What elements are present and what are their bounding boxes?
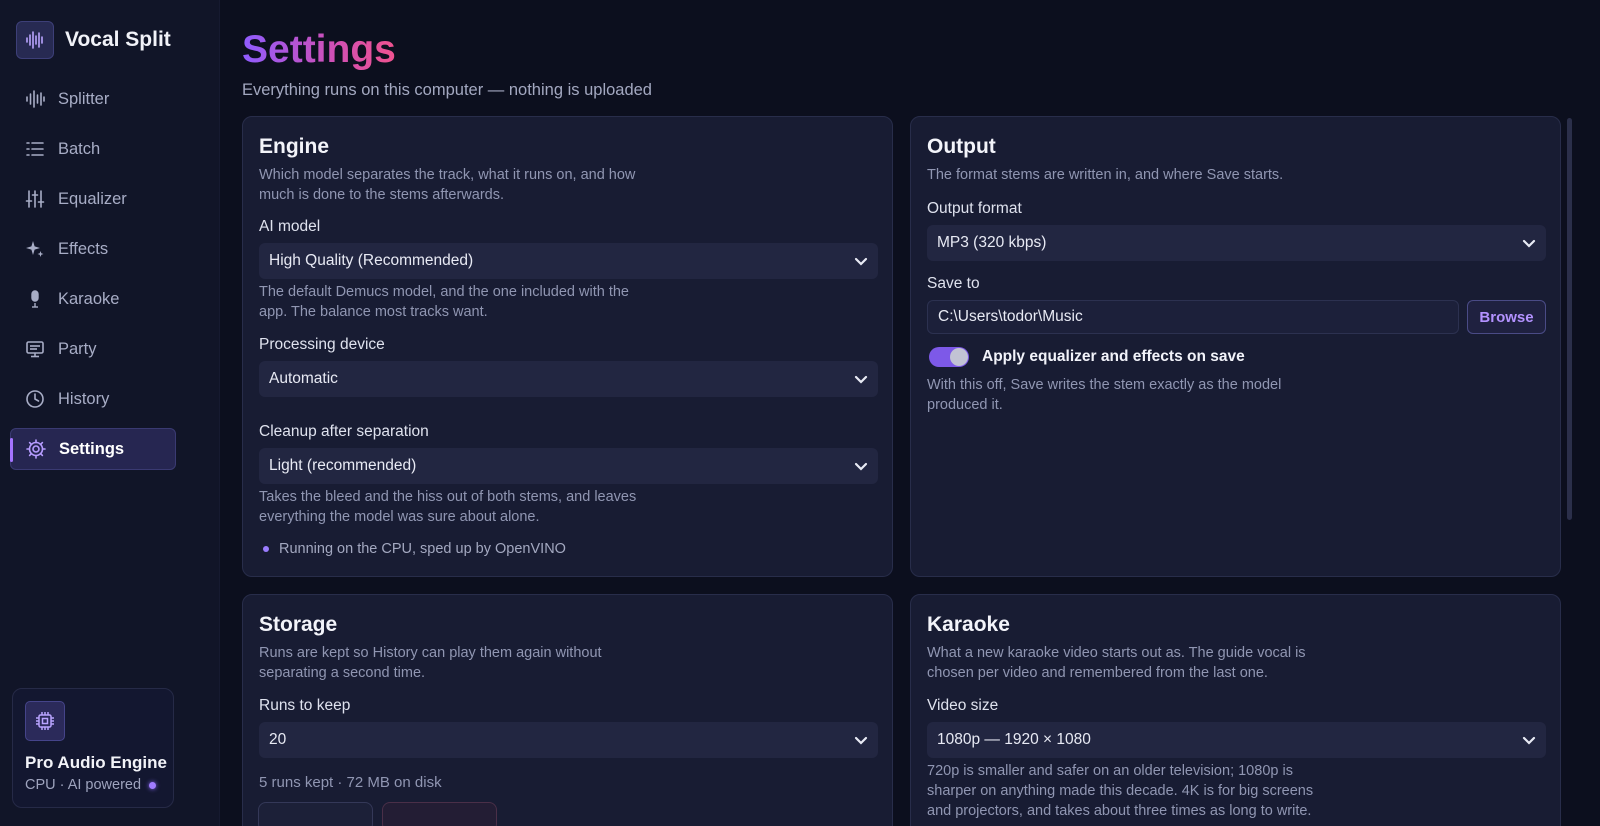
- karaoke-title: Karaoke: [927, 613, 1010, 636]
- status-dot-icon: [263, 546, 269, 552]
- sidebar-item-history[interactable]: History: [10, 378, 176, 420]
- apply-effects-toggle[interactable]: [929, 347, 969, 367]
- runs-to-keep-select[interactable]: 20: [259, 722, 878, 758]
- brand: Vocal Split: [16, 21, 171, 59]
- karaoke-description: What a new karaoke video starts out as. …: [927, 645, 1306, 681]
- cleanup-value: Light (recommended): [269, 457, 417, 474]
- main-scrollbar[interactable]: [1567, 118, 1572, 520]
- monitor-icon: [24, 338, 46, 360]
- engine-description: Which model separates the track, what it…: [259, 167, 636, 203]
- sidebar-nav: Splitter Batch Equalizer Effects Karaoke…: [10, 78, 176, 478]
- video-size-value: 1080p — 1920 × 1080: [937, 731, 1091, 748]
- ai-model-label: AI model: [259, 218, 321, 235]
- toggle-knob: [950, 348, 968, 366]
- waveform-icon: [24, 88, 46, 110]
- browse-button[interactable]: Browse: [1467, 300, 1546, 334]
- video-size-label: Video size: [927, 697, 999, 714]
- sidebar-item-karaoke[interactable]: Karaoke: [10, 278, 176, 320]
- output-format-select[interactable]: MP3 (320 kbps): [927, 225, 1546, 261]
- chevron-down-icon: [854, 372, 868, 391]
- chevron-down-icon: [854, 254, 868, 273]
- chevron-down-icon: [854, 459, 868, 478]
- storage-action-button[interactable]: [258, 802, 373, 826]
- engine-title: Engine: [259, 135, 330, 158]
- runs-to-keep-value: 20: [269, 731, 287, 748]
- chevron-down-icon: [854, 733, 868, 752]
- engine-status: Running on the CPU, sped up by OpenVINO: [263, 541, 566, 557]
- save-to-label: Save to: [927, 275, 980, 292]
- sidebar-item-equalizer[interactable]: Equalizer: [10, 178, 176, 220]
- app-logo-icon: [16, 21, 54, 59]
- sidebar-item-label: Karaoke: [58, 289, 120, 308]
- apply-effects-help: With this off, Save writes the stem exac…: [927, 377, 1282, 413]
- sidebar-item-splitter[interactable]: Splitter: [10, 78, 176, 120]
- output-format-label: Output format: [927, 200, 1022, 217]
- video-size-select[interactable]: 1080p — 1920 × 1080: [927, 722, 1546, 758]
- sparkle-icon: [24, 238, 46, 260]
- cleanup-select[interactable]: Light (recommended): [259, 448, 878, 484]
- storage-card: Storage Runs are kept so History can pla…: [242, 594, 893, 826]
- sidebar-item-label: Batch: [58, 139, 101, 158]
- sidebar-item-party[interactable]: Party: [10, 328, 176, 370]
- save-to-value: C:\Users\todor\Music: [938, 308, 1083, 325]
- device-select[interactable]: Automatic: [259, 361, 878, 397]
- sidebar-item-settings[interactable]: Settings: [10, 428, 176, 470]
- sidebar-item-label: History: [58, 389, 110, 408]
- output-format-value: MP3 (320 kbps): [937, 234, 1047, 251]
- engine-card-title: Pro Audio Engine: [25, 753, 167, 772]
- device-value: Automatic: [269, 370, 338, 387]
- save-to-field[interactable]: C:\Users\todor\Music: [927, 300, 1459, 334]
- output-description: The format stems are written in, and whe…: [927, 167, 1284, 183]
- cleanup-label: Cleanup after separation: [259, 423, 429, 440]
- storage-title: Storage: [259, 613, 338, 636]
- status-dot-icon: [149, 781, 157, 789]
- karaoke-card: Karaoke What a new karaoke video starts …: [910, 594, 1561, 826]
- storage-info: 5 runs kept · 72 MB on disk: [259, 774, 442, 791]
- engine-card: Engine Which model separates the track, …: [242, 116, 893, 577]
- video-size-help: 720p is smaller and safer on an older te…: [927, 763, 1314, 819]
- output-card: Output The format stems are written in, …: [910, 116, 1561, 577]
- ai-model-value: High Quality (Recommended): [269, 252, 474, 269]
- output-title: Output: [927, 135, 996, 158]
- sidebar-item-label: Effects: [58, 239, 109, 258]
- sidebar-item-batch[interactable]: Batch: [10, 128, 176, 170]
- microphone-icon: [24, 288, 46, 310]
- cleanup-help: Takes the bleed and the hiss out of both…: [259, 489, 637, 525]
- ai-model-help: The default Demucs model, and the one in…: [259, 284, 629, 320]
- sidebar-item-label: Settings: [59, 439, 125, 458]
- storage-description: Runs are kept so History can play them a…: [259, 645, 602, 681]
- clock-icon: [24, 388, 46, 410]
- engine-card-subtitle-text: CPU · AI powered: [25, 777, 142, 793]
- runs-to-keep-label: Runs to keep: [259, 697, 351, 714]
- apply-effects-label: Apply equalizer and effects on save: [982, 348, 1245, 365]
- page-title: Settings: [242, 28, 396, 71]
- app-name: Vocal Split: [65, 28, 171, 51]
- chevron-down-icon: [1522, 733, 1536, 752]
- ai-model-select[interactable]: High Quality (Recommended): [259, 243, 878, 279]
- clear-history-button[interactable]: [382, 802, 497, 826]
- chevron-down-icon: [1522, 236, 1536, 255]
- sliders-icon: [24, 188, 46, 210]
- sidebar-item-effects[interactable]: Effects: [10, 228, 176, 270]
- sidebar-item-label: Party: [58, 339, 97, 358]
- engine-card-subtitle: CPU · AI powered: [25, 777, 157, 793]
- cpu-chip-icon: [25, 701, 65, 741]
- sidebar-item-label: Equalizer: [58, 189, 127, 208]
- sidebar-item-label: Splitter: [58, 89, 110, 108]
- list-icon: [24, 138, 46, 160]
- gear-icon: [25, 438, 47, 460]
- sidebar: Vocal Split Splitter Batch Equalizer Eff…: [0, 0, 220, 826]
- device-label: Processing device: [259, 336, 385, 353]
- engine-status-text: Running on the CPU, sped up by OpenVINO: [279, 541, 566, 557]
- page-subtitle: Everything runs on this computer — nothi…: [242, 81, 652, 99]
- engine-status-card: Pro Audio Engine CPU · AI powered: [12, 688, 174, 808]
